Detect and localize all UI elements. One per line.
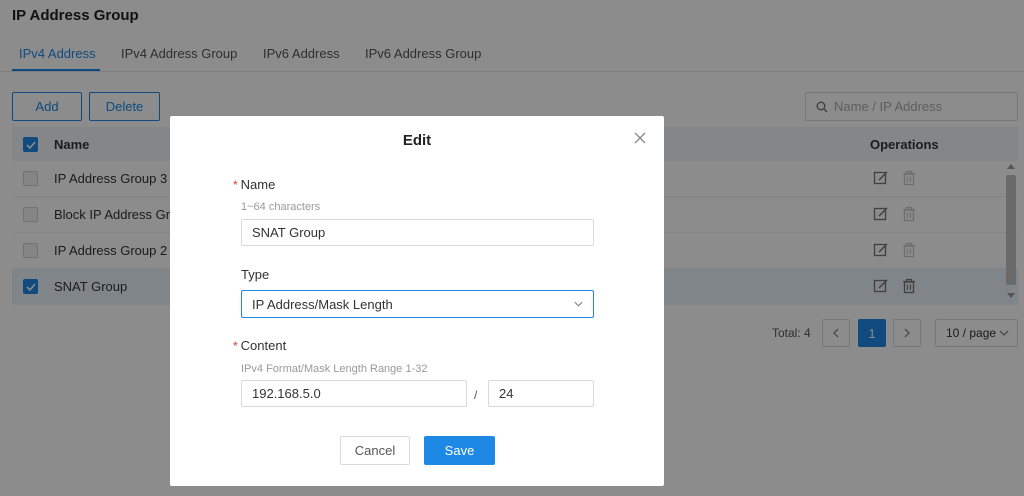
- name-field-label: * Name: [233, 177, 276, 192]
- required-marker: *: [233, 178, 238, 192]
- type-field-label: Type: [241, 267, 270, 282]
- edit-dialog: Edit * Name 1~64 characters SNAT Group Ty…: [170, 116, 664, 486]
- required-marker: *: [233, 339, 238, 353]
- mask-separator: /: [474, 388, 478, 402]
- chevron-down-icon: [574, 301, 583, 307]
- close-icon[interactable]: [633, 131, 647, 145]
- name-input[interactable]: SNAT Group: [241, 219, 594, 246]
- dialog-title: Edit: [402, 132, 432, 149]
- ip-address-input[interactable]: 192.168.5.0: [241, 380, 467, 407]
- content-hint: IPv4 Format/Mask Length Range 1-32: [241, 363, 428, 375]
- content-field-label: * Content: [233, 338, 287, 353]
- cancel-button[interactable]: Cancel: [340, 436, 410, 465]
- type-select[interactable]: IP Address/Mask Length: [241, 290, 594, 318]
- save-button[interactable]: Save: [424, 436, 495, 465]
- mask-length-input[interactable]: 24: [488, 380, 594, 407]
- type-select-value: IP Address/Mask Length: [252, 296, 393, 312]
- name-hint: 1~64 characters: [241, 201, 321, 213]
